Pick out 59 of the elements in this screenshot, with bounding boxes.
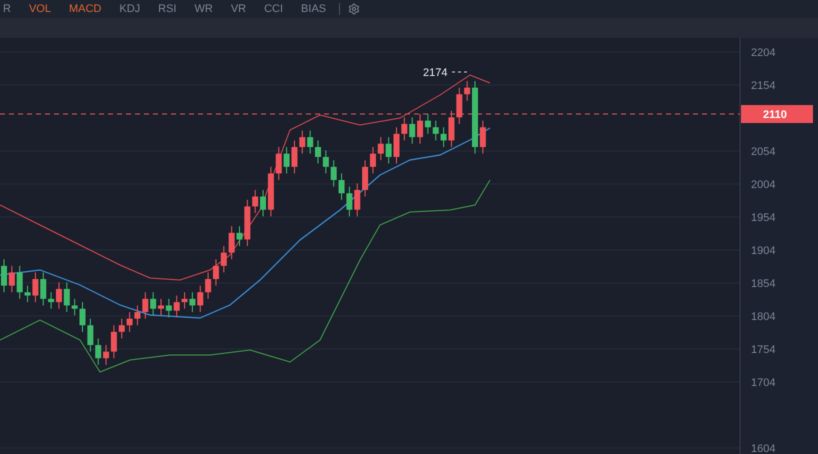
candlestick — [142, 292, 148, 320]
candlestick — [16, 265, 23, 300]
price-axis-label: 1954 — [751, 212, 776, 224]
candlestick — [1, 258, 7, 293]
indicator-tab[interactable]: BIAS — [292, 0, 336, 18]
indicator-tab[interactable]: KDJ — [110, 0, 150, 18]
candlestick — [150, 292, 156, 316]
indicator-tab[interactable]: WR — [185, 0, 222, 18]
candlestick — [40, 272, 46, 306]
candlestick — [315, 140, 321, 164]
candlestick — [228, 226, 235, 260]
price-axis-label: 2154 — [751, 80, 776, 92]
candlestick — [307, 130, 314, 154]
candlestick — [378, 136, 384, 161]
candlestick — [252, 189, 258, 214]
candlestick — [432, 120, 439, 141]
settings-icon[interactable] — [348, 3, 360, 15]
candlestick — [394, 126, 400, 164]
candlestick — [276, 146, 282, 181]
candlestick — [158, 298, 164, 316]
candlestick — [456, 87, 462, 124]
price-axis-label: 1604 — [751, 443, 776, 454]
price-axis-label: 1804 — [751, 311, 776, 323]
indicator-tab[interactable]: MACD — [60, 0, 110, 18]
indicator-tab[interactable]: CCI — [255, 0, 292, 18]
indicator-tab[interactable]: RSI — [149, 0, 186, 18]
current-price-tag: 2110 — [741, 105, 813, 124]
candlestick — [322, 150, 329, 174]
price-axis-label: 2204 — [751, 47, 776, 59]
price-axis-label: 1854 — [751, 278, 776, 290]
indicator-tab[interactable]: VOL — [20, 0, 60, 18]
candlestick — [118, 318, 125, 339]
candlestick — [220, 246, 227, 273]
candlestick — [8, 265, 15, 293]
candlestick — [64, 282, 70, 313]
candlestick — [480, 120, 486, 154]
candlestick — [87, 318, 94, 352]
candlestick — [244, 199, 250, 247]
candlestick — [386, 136, 392, 164]
candlestick — [95, 338, 102, 366]
candlestick — [80, 302, 86, 332]
price-axis-label: 1904 — [751, 245, 776, 257]
candlestick — [401, 116, 408, 141]
price-axis-label: 2054 — [751, 146, 776, 158]
candlestick — [299, 130, 306, 154]
price-axis-label: 1754 — [751, 344, 776, 356]
candlestick — [166, 298, 172, 318]
candlestick — [236, 226, 242, 247]
indicator-tab[interactable]: R — [0, 0, 20, 18]
candlestick — [330, 160, 337, 188]
indicator-tab[interactable]: VR — [222, 0, 256, 18]
price-axis-label: 1704 — [751, 377, 776, 389]
price-axis-label: 2004 — [751, 179, 776, 191]
candlestick — [464, 80, 470, 102]
candlestick — [354, 182, 360, 217]
candlestick — [197, 285, 204, 313]
candlestick — [72, 298, 78, 316]
candlestick — [174, 295, 180, 318]
candlestick — [409, 116, 416, 144]
